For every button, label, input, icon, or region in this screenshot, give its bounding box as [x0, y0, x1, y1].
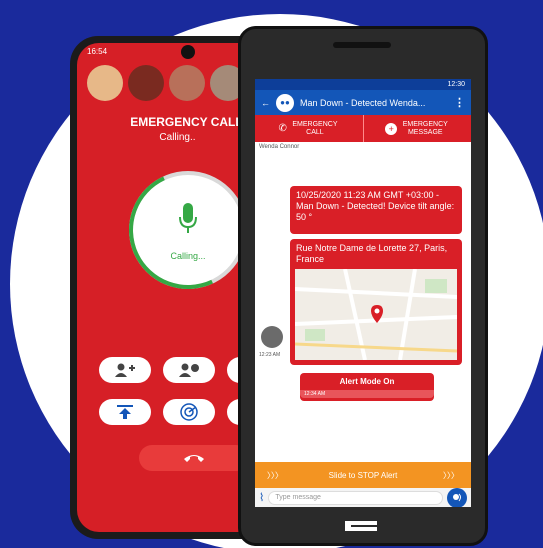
emergency-call-label: EMERGENCY CALL: [292, 120, 338, 136]
speaker-grille: [333, 42, 391, 48]
voice-icon: [453, 493, 461, 501]
emergency-message-label: EMERGENCY MESSAGE: [402, 120, 448, 136]
compose-bar: ⌇ Type message: [255, 487, 471, 507]
left-status-time: 16:54: [87, 47, 108, 56]
upload-icon: [117, 405, 133, 419]
brand-logo: [345, 521, 377, 531]
group-icon: ●●: [276, 93, 294, 112]
phone-hangup-icon: [184, 455, 204, 462]
contact-info-icon: [179, 363, 199, 377]
calling-label: Calling...: [170, 251, 206, 261]
message-timestamp: 12:23 AM: [259, 352, 281, 358]
emergency-actions: ✆ EMERGENCY CALL + EMERGENCY MESSAGE: [255, 115, 471, 142]
camera-notch: [181, 45, 195, 59]
voice-button[interactable]: [447, 487, 467, 507]
avatar[interactable]: [128, 65, 164, 101]
radar-button[interactable]: [163, 399, 215, 425]
message-text: 10/25/2020 11:23 AM GMT +03:00 - Man Dow…: [296, 190, 455, 222]
alert-title: Alert Mode On: [339, 377, 395, 386]
avatar[interactable]: [87, 65, 123, 101]
alert-mode-bubble[interactable]: Alert Mode On 12:34 AM: [300, 373, 434, 401]
more-menu-icon[interactable]: ⋮: [454, 96, 465, 109]
app-bar: ← ●● Man Down - Detected Wenda... ⋮: [255, 90, 471, 115]
slide-to-stop-alert[interactable]: 〉〉〉 Slide to STOP Alert 〉〉〉: [255, 462, 471, 488]
chevrons-right-icon: 〉〉〉: [267, 470, 283, 480]
chat-screen: 12:30 ← ●● Man Down - Detected Wenda... …: [255, 79, 471, 507]
location-bubble[interactable]: Rue Notre Dame de Lorette 27, Paris, Fra…: [290, 239, 462, 365]
calling-indicator: Calling...: [112, 154, 264, 306]
radar-icon: [180, 403, 198, 421]
message-bubble[interactable]: 10/25/2020 11:23 AM GMT +03:00 - Man Dow…: [290, 186, 462, 234]
alert-timestamp: 12:34 AM: [300, 390, 434, 398]
right-status-bar: 12:30: [255, 79, 471, 90]
phone-icon: ✆: [278, 122, 287, 134]
chat-title: Man Down - Detected Wenda...: [300, 97, 426, 108]
right-status-time: 12:30: [447, 81, 465, 88]
avatar[interactable]: [169, 65, 205, 101]
end-call-button[interactable]: [139, 445, 249, 471]
emergency-call-button[interactable]: ✆ EMERGENCY CALL: [255, 115, 363, 142]
contact-info-button[interactable]: [163, 357, 215, 383]
back-arrow-icon[interactable]: ←: [261, 98, 270, 108]
add-contact-button[interactable]: [99, 357, 151, 383]
slide-label: Slide to STOP Alert: [328, 470, 398, 480]
microphone-icon: [179, 203, 197, 233]
message-icon: +: [385, 122, 398, 135]
attachment-icon[interactable]: ⌇: [259, 491, 264, 504]
right-phone: 12:30 ← ●● Man Down - Detected Wenda... …: [238, 26, 488, 546]
avatar[interactable]: [261, 326, 283, 348]
chevrons-right-icon: 〉〉〉: [442, 470, 459, 480]
emergency-message-button[interactable]: + EMERGENCY MESSAGE: [362, 115, 472, 142]
location-map[interactable]: [295, 269, 457, 360]
location-address: Rue Notre Dame de Lorette 27, Paris, Fra…: [296, 243, 448, 264]
add-contact-icon: [115, 363, 135, 377]
location-pin-icon: [371, 305, 383, 323]
message-input[interactable]: Type message: [268, 490, 443, 505]
upload-button[interactable]: [99, 399, 151, 425]
sender-name: Wenda Connor: [259, 144, 300, 150]
